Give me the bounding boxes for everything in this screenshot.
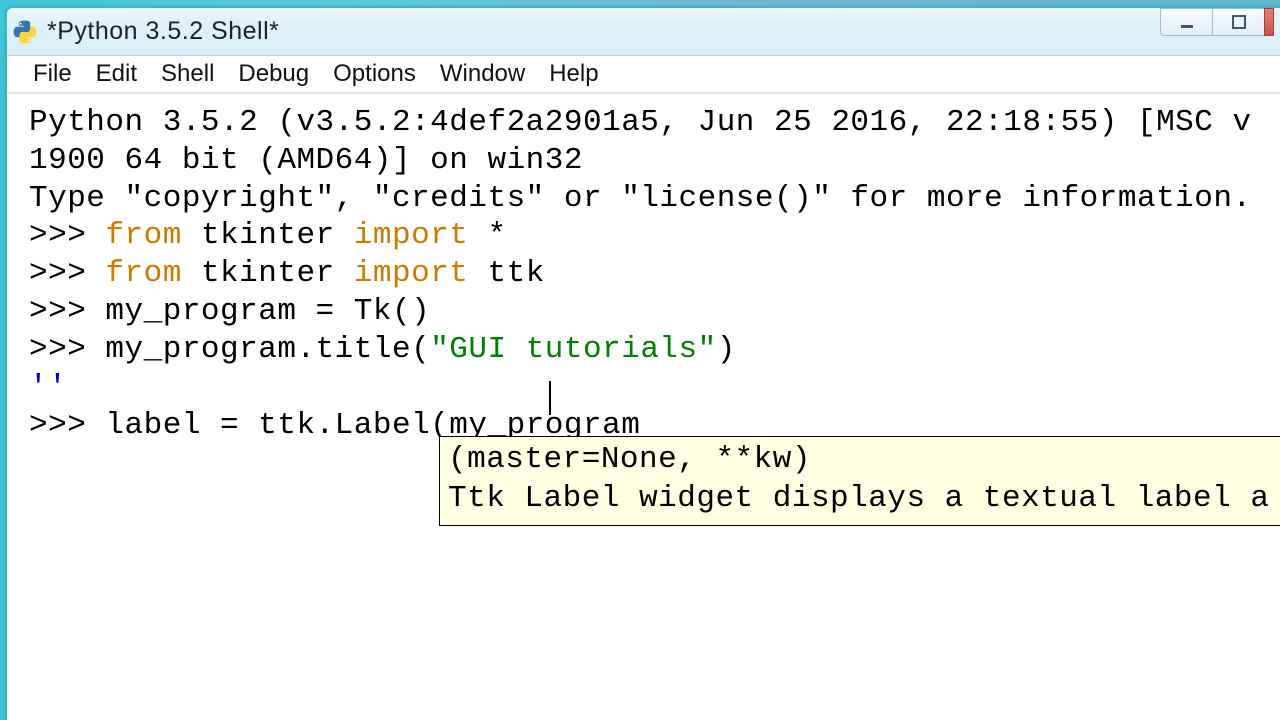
app-window: *Python 3.5.2 Shell* File Edit Shell Deb… [5,6,1280,720]
code-text: my_program = Tk() [105,294,430,329]
close-button[interactable] [1264,8,1274,36]
string-literal: "GUI tutorials" [430,332,717,367]
title-bar[interactable]: *Python 3.5.2 Shell* [7,8,1280,56]
banner-line: Python 3.5.2 (v3.5.2:4def2a2901a5, Jun 2… [29,105,1252,140]
keyword: import [354,218,469,253]
banner-line: 1900 64 bit (AMD64)] on win32 [29,143,583,178]
menu-help[interactable]: Help [541,58,612,90]
call-tip: (master=None, **kw) Ttk Label widget dis… [439,436,1280,526]
maximize-button[interactable] [1212,8,1264,36]
prompt: >>> [29,256,105,291]
window-controls [1160,8,1274,38]
menu-options[interactable]: Options [325,58,430,90]
minimize-button[interactable] [1160,8,1212,36]
keyword: from [105,218,181,253]
tooltip-signature: (master=None, **kw) [448,442,811,477]
menu-window[interactable]: Window [432,58,539,90]
prompt: >>> [29,408,105,443]
prompt: >>> [29,218,105,253]
code-text: my_program.title( [105,332,430,367]
tooltip-description: Ttk Label widget displays a textual labe… [448,481,1269,516]
code-text: tkinter [182,218,354,253]
prompt: >>> [29,332,105,367]
banner-line: Type "copyright", "credits" or "license(… [29,181,1252,216]
code-text: * [468,218,506,253]
keyword: import [354,256,469,291]
shell-text-area[interactable]: Python 3.5.2 (v3.5.2:4def2a2901a5, Jun 2… [7,96,1280,720]
prompt: >>> [29,294,105,329]
code-text: ttk [468,256,544,291]
code-text: tkinter [182,256,354,291]
output-text: '' [29,370,67,405]
menu-file[interactable]: File [25,58,86,90]
menu-shell[interactable]: Shell [153,58,228,90]
menu-bar: File Edit Shell Debug Options Window Hel… [7,56,1280,94]
window-title: *Python 3.5.2 Shell* [47,17,1160,46]
keyword: from [105,256,181,291]
python-idle-icon [11,18,39,46]
menu-edit[interactable]: Edit [88,58,151,90]
text-caret [549,381,551,415]
code-text: ) [717,332,736,367]
menu-debug[interactable]: Debug [230,58,323,90]
